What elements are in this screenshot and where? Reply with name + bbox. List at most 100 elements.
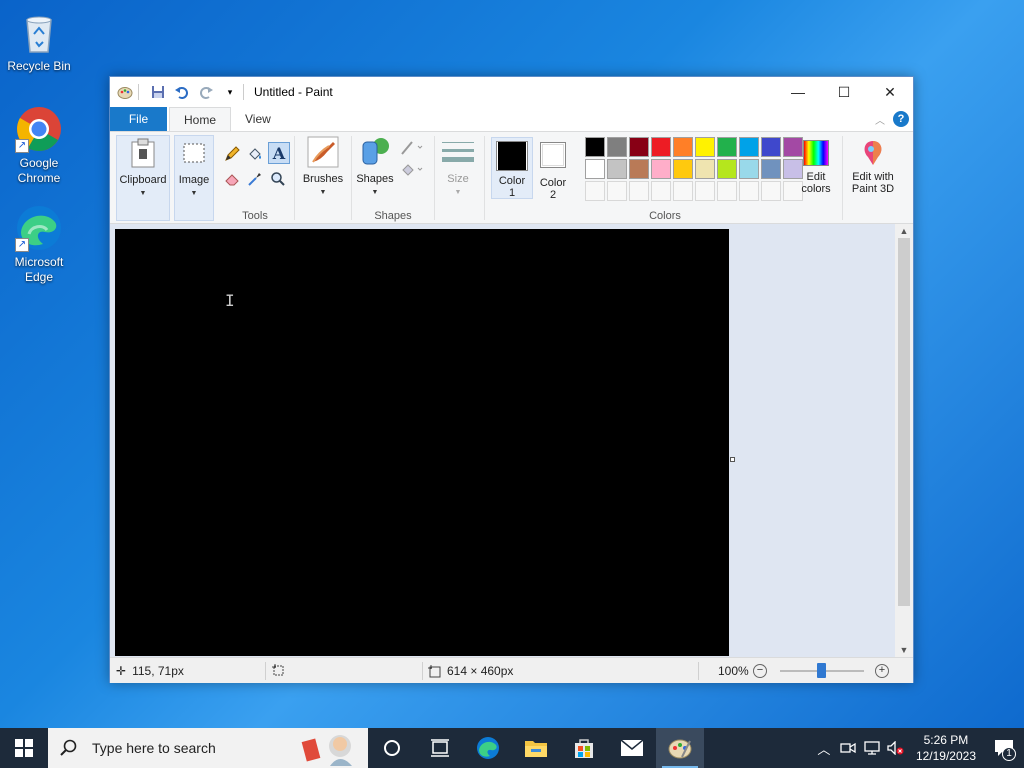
- text-cursor-icon: I: [225, 291, 235, 310]
- clipboard-icon: [126, 136, 160, 170]
- maximize-button[interactable]: ☐: [821, 77, 867, 107]
- title-bar[interactable]: ▾ Untitled - Paint — ☐ ✕: [110, 77, 913, 107]
- text-tool-icon[interactable]: A: [268, 142, 290, 164]
- tab-view[interactable]: View: [231, 107, 285, 131]
- color-swatch[interactable]: [629, 137, 649, 157]
- taskbar-paint[interactable]: [656, 728, 704, 768]
- redo-icon[interactable]: [197, 83, 215, 101]
- cortana-button[interactable]: [368, 728, 416, 768]
- color-swatch[interactable]: [651, 137, 671, 157]
- divider: [434, 136, 435, 220]
- custom-color-slot[interactable]: [607, 181, 627, 201]
- drawing-canvas[interactable]: [115, 229, 729, 656]
- color1-button[interactable]: Color 1: [491, 137, 533, 199]
- vertical-scrollbar[interactable]: ▲ ▼: [895, 224, 913, 657]
- taskbar-microsoft-store[interactable]: [560, 728, 608, 768]
- customize-quick-access-icon[interactable]: ▾: [221, 83, 239, 101]
- taskbar-search-box[interactable]: Type here to search: [48, 728, 368, 768]
- custom-color-slot[interactable]: [739, 181, 759, 201]
- scroll-down-icon[interactable]: ▼: [895, 643, 913, 657]
- taskbar-edge[interactable]: [464, 728, 512, 768]
- fill-icon[interactable]: [399, 160, 425, 180]
- help-button[interactable]: ?: [893, 111, 909, 127]
- color-swatch[interactable]: [761, 137, 781, 157]
- brush-icon: [306, 135, 340, 169]
- desktop-icon-microsoft-edge[interactable]: ↗ Microsoft Edge: [4, 204, 74, 285]
- store-bag-icon: [575, 739, 593, 758]
- edit-colors-button[interactable]: Edit colors: [796, 139, 836, 195]
- color-swatch[interactable]: [695, 137, 715, 157]
- edit-with-paint3d-button[interactable]: Edit with Paint 3D: [846, 139, 900, 195]
- color-swatch[interactable]: [585, 137, 605, 157]
- magnifier-icon[interactable]: [268, 169, 288, 189]
- color-swatch[interactable]: [629, 159, 649, 179]
- color-swatch[interactable]: [651, 159, 671, 179]
- color-swatch[interactable]: [739, 137, 759, 157]
- task-view-button[interactable]: [416, 728, 464, 768]
- color-swatch[interactable]: [761, 159, 781, 179]
- shapes-button-label: Shapes: [356, 173, 394, 185]
- eraser-icon[interactable]: [222, 169, 242, 189]
- pencil-icon[interactable]: [222, 144, 242, 164]
- edge-icon: ↗: [15, 204, 63, 252]
- zoom-out-icon[interactable]: −: [753, 664, 767, 678]
- custom-color-slot[interactable]: [629, 181, 649, 201]
- scroll-up-icon[interactable]: ▲: [895, 224, 913, 238]
- clipboard-button[interactable]: Clipboard ▼: [116, 135, 170, 221]
- save-icon[interactable]: [149, 83, 167, 101]
- desktop-icon-google-chrome[interactable]: ↗ Google Chrome: [4, 105, 74, 186]
- shapes-button[interactable]: Shapes ▼: [355, 135, 395, 199]
- brushes-button[interactable]: Brushes ▼: [298, 135, 348, 199]
- zoom-slider-thumb[interactable]: [817, 663, 826, 678]
- show-hidden-icons-icon[interactable]: ︿: [812, 728, 836, 768]
- paint-app-icon[interactable]: [116, 83, 134, 101]
- color-swatch[interactable]: [607, 137, 627, 157]
- close-button[interactable]: ✕: [867, 77, 913, 107]
- divider: [484, 136, 485, 220]
- tab-file[interactable]: File: [110, 107, 167, 131]
- chrome-icon: ↗: [15, 105, 63, 153]
- status-bar: ✛ 115, 71px 614 × 460px 100% − +: [110, 657, 913, 683]
- taskbar-file-explorer[interactable]: [512, 728, 560, 768]
- taskbar-mail[interactable]: [608, 728, 656, 768]
- canvas-area[interactable]: I: [110, 224, 896, 657]
- color-swatch[interactable]: [717, 137, 737, 157]
- notification-center-button[interactable]: 1: [984, 728, 1024, 768]
- outline-icon[interactable]: [399, 138, 425, 158]
- color-swatch[interactable]: [695, 159, 715, 179]
- zoom-in-icon[interactable]: +: [875, 664, 889, 678]
- color-picker-icon[interactable]: [245, 169, 265, 189]
- image-button[interactable]: Image ▼: [174, 135, 214, 221]
- canvas-resize-handle[interactable]: [730, 457, 735, 462]
- color2-button[interactable]: Color 2: [534, 137, 572, 201]
- custom-color-slot[interactable]: [673, 181, 693, 201]
- minimize-ribbon-icon[interactable]: ︿: [875, 112, 885, 127]
- start-button[interactable]: [0, 728, 48, 768]
- dropdown-arrow-icon: ▼: [319, 189, 327, 196]
- volume-muted-icon[interactable]: [884, 728, 908, 768]
- scrollbar-thumb[interactable]: [898, 238, 910, 606]
- clock[interactable]: 5:26 PM 12/19/2023: [916, 732, 976, 764]
- network-icon[interactable]: [860, 728, 884, 768]
- color-swatch[interactable]: [673, 137, 693, 157]
- color-swatch[interactable]: [585, 159, 605, 179]
- undo-icon[interactable]: [173, 83, 191, 101]
- fill-bucket-icon[interactable]: [245, 144, 265, 164]
- divider: [265, 662, 266, 680]
- color-swatch[interactable]: [739, 159, 759, 179]
- minimize-button[interactable]: —: [775, 77, 821, 107]
- custom-color-slot[interactable]: [695, 181, 715, 201]
- custom-color-slot[interactable]: [651, 181, 671, 201]
- tab-home[interactable]: Home: [169, 107, 232, 131]
- color-swatch[interactable]: [607, 159, 627, 179]
- custom-color-slot[interactable]: [585, 181, 605, 201]
- color-swatch[interactable]: [717, 159, 737, 179]
- color-swatch[interactable]: [673, 159, 693, 179]
- desktop-icon-recycle-bin[interactable]: Recycle Bin: [4, 8, 74, 74]
- tools-group: A Tools: [216, 132, 294, 224]
- edit-colors-label-2: colors: [801, 183, 831, 195]
- meet-now-icon[interactable]: [836, 728, 860, 768]
- size-button[interactable]: Size ▼: [438, 135, 478, 199]
- custom-color-slot[interactable]: [761, 181, 781, 201]
- custom-color-slot[interactable]: [717, 181, 737, 201]
